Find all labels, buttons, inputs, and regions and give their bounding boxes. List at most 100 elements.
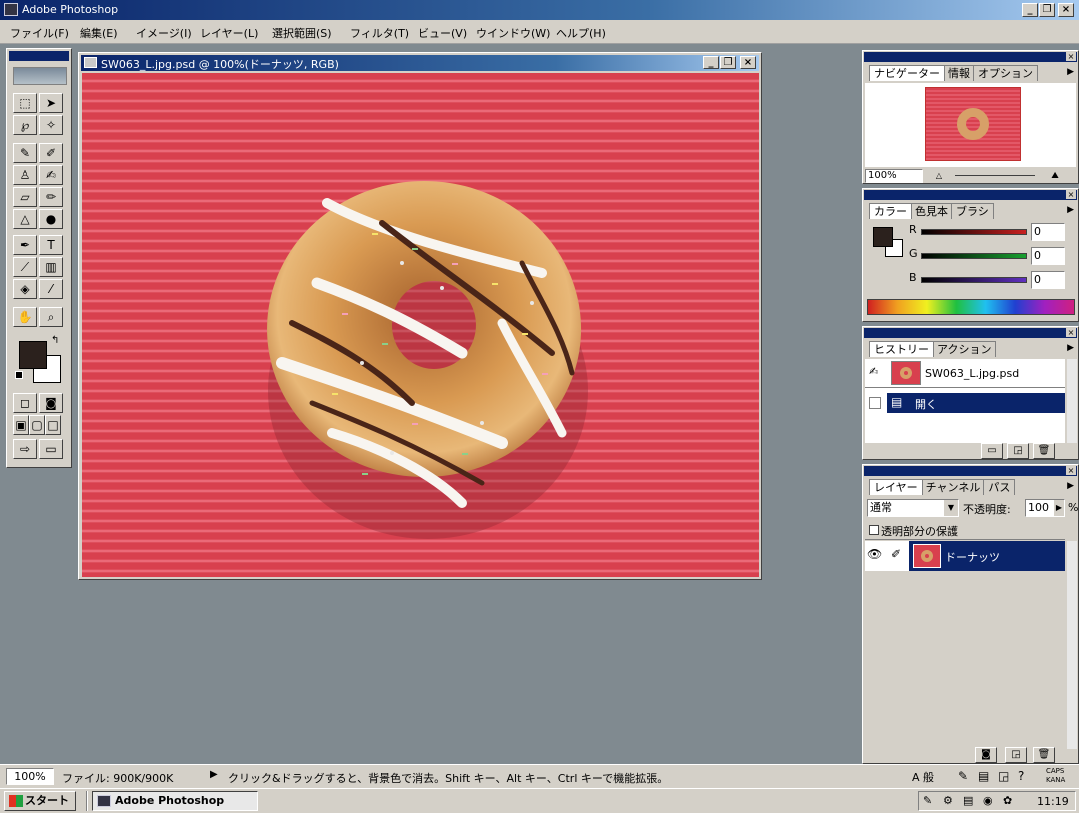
menu-filter[interactable]: フィルタ(T)	[350, 25, 409, 41]
menu-select[interactable]: 選択範囲(S)	[272, 25, 332, 41]
paintbrush-tool-icon[interactable]: ✐	[39, 143, 63, 163]
chevron-down-icon[interactable]: ▼	[944, 500, 958, 516]
history-trash-icon[interactable]: 🗑	[1033, 443, 1055, 459]
jump-to-imageready-alt-icon[interactable]: ▭	[39, 439, 63, 459]
burn-tool-icon[interactable]: ●	[39, 209, 63, 229]
color-spectrum-bar[interactable]	[867, 299, 1075, 315]
hand-tool-icon[interactable]: ✋	[13, 307, 37, 327]
photoshop-eye-logo[interactable]	[13, 67, 67, 85]
type-tool-icon[interactable]: T	[39, 235, 63, 255]
default-colors-icon[interactable]	[15, 371, 23, 379]
color-fg-swatch[interactable]	[873, 227, 893, 247]
menu-image[interactable]: イメージ(I)	[136, 25, 192, 41]
swap-colors-icon[interactable]: ↰	[51, 335, 59, 346]
red-slider[interactable]	[921, 229, 1027, 235]
navigator-thumbnail[interactable]	[925, 87, 1021, 161]
toolbox-title-bar[interactable]	[9, 51, 69, 61]
ime-dictionary-icon[interactable]: ◲	[998, 769, 1009, 783]
layer-visibility-eye-icon[interactable]: 👁	[867, 547, 882, 561]
magic-wand-tool-icon[interactable]: ✧	[39, 115, 63, 135]
airbrush-tool-icon[interactable]: ✎	[13, 143, 37, 163]
red-value-field[interactable]: 0	[1031, 223, 1065, 241]
history-brush-tool-icon[interactable]: ✍	[39, 165, 63, 185]
blend-mode-select[interactable]: 通常 ▼	[867, 499, 959, 517]
screen-mode-full-menu-icon[interactable]: ▢	[29, 415, 45, 435]
paint-bucket-tool-icon[interactable]: ◈	[13, 279, 37, 299]
tab-options[interactable]: オプション	[973, 65, 1038, 81]
doc-restore-button[interactable]: ❐	[720, 56, 736, 69]
status-zoom-field[interactable]: 100%	[6, 768, 54, 785]
panel-menu-arrow-icon[interactable]: ▶	[1067, 205, 1074, 215]
jump-to-imageready-icon[interactable]: ⇨	[13, 439, 37, 459]
zoom-tool-icon[interactable]: ⌕	[39, 307, 63, 327]
history-scrollbar[interactable]	[1067, 359, 1077, 443]
status-arrow-icon[interactable]: ▶	[210, 769, 218, 780]
ime-tool-icon[interactable]: ✎	[958, 769, 968, 783]
tab-color[interactable]: カラー	[869, 203, 912, 219]
panel-menu-arrow-icon[interactable]: ▶	[1067, 67, 1074, 77]
taskbar-photoshop-button[interactable]: Adobe Photoshop	[92, 791, 258, 811]
menu-file[interactable]: ファイル(F)	[10, 25, 69, 41]
tab-history[interactable]: ヒストリー	[869, 341, 934, 357]
layers-panel-header[interactable]: ×	[864, 466, 1077, 476]
menu-window[interactable]: ウインドウ(W)	[476, 25, 550, 41]
panel-menu-arrow-icon[interactable]: ▶	[1067, 481, 1074, 491]
panel-close-icon[interactable]: ×	[1066, 328, 1076, 337]
tray-icon-1[interactable]: ✎	[923, 794, 932, 807]
tab-actions[interactable]: アクション	[932, 341, 997, 357]
tray-icon-3[interactable]: ▤	[963, 794, 973, 807]
foreground-color-swatch[interactable]	[19, 341, 47, 369]
layers-scrollbar[interactable]	[1067, 541, 1077, 749]
ime-pad-icon[interactable]: ▤	[978, 769, 989, 783]
ime-toolbar[interactable]: A 般 ✎ ▤ ◲ ? CAPS KANA	[908, 767, 1078, 787]
tab-brushes[interactable]: ブラシ	[951, 203, 994, 219]
status-file-size[interactable]: ファイル: 900K/900K	[62, 770, 173, 786]
tab-paths[interactable]: パス	[983, 479, 1016, 495]
panel-close-icon[interactable]: ×	[1066, 190, 1076, 199]
layer-brush-icon[interactable]: ✐	[891, 547, 901, 561]
screen-mode-full-icon[interactable]: □	[45, 415, 61, 435]
navigator-panel-header[interactable]: ×	[864, 52, 1077, 62]
snapshot-thumbnail[interactable]	[891, 361, 921, 385]
ime-help-icon[interactable]: ?	[1018, 769, 1024, 783]
layer-row-donut[interactable]: ドーナッツ	[909, 541, 1065, 571]
standard-mode-icon[interactable]: ◻	[13, 393, 37, 413]
pencil-tool-icon[interactable]: ✏	[39, 187, 63, 207]
history-step-row[interactable]: ▤ 開く	[887, 393, 1065, 413]
green-value-field[interactable]: 0	[1031, 247, 1065, 265]
new-layer-icon[interactable]: ◲	[1005, 747, 1027, 763]
tray-icon-5[interactable]: ✿	[1003, 794, 1012, 807]
doc-close-button[interactable]: ×	[740, 56, 756, 69]
screen-mode-standard-icon[interactable]: ▣	[13, 415, 29, 435]
zoom-slider[interactable]	[955, 175, 1035, 176]
add-layer-mask-icon[interactable]: ◙	[975, 747, 997, 763]
app-minimize-button[interactable]: _	[1022, 3, 1038, 17]
snapshot-name[interactable]: SW063_L.jpg.psd	[925, 367, 1019, 380]
zoom-out-icon[interactable]: △	[929, 171, 949, 181]
green-slider[interactable]	[921, 253, 1027, 259]
quick-mask-mode-icon[interactable]: ◙	[39, 393, 63, 413]
tab-info[interactable]: 情報	[943, 65, 975, 81]
history-brush-source-icon[interactable]: ✍	[869, 365, 878, 378]
doc-minimize-button[interactable]: _	[703, 56, 719, 69]
lasso-tool-icon[interactable]: ℘	[13, 115, 37, 135]
blue-value-field[interactable]: 0	[1031, 271, 1065, 289]
menu-edit[interactable]: 編集(E)	[80, 25, 118, 41]
image-canvas[interactable]	[82, 73, 759, 577]
pen-tool-icon[interactable]: ✒	[13, 235, 37, 255]
move-tool-icon[interactable]: ➤	[39, 93, 63, 113]
rubber-stamp-tool-icon[interactable]: ♙	[13, 165, 37, 185]
eraser-tool-icon[interactable]: ▱	[13, 187, 37, 207]
app-restore-button[interactable]: ❐	[1039, 3, 1055, 17]
tab-channels[interactable]: チャンネル	[920, 479, 986, 495]
new-snapshot-icon[interactable]: ◲	[1007, 443, 1029, 459]
blue-slider[interactable]	[921, 277, 1027, 283]
photoshop-app-icon[interactable]	[4, 3, 18, 16]
preserve-transparency-checkbox[interactable]	[869, 525, 879, 535]
menu-layer[interactable]: レイヤー(L)	[200, 25, 258, 41]
tray-icon-2[interactable]: ⚙	[943, 794, 953, 807]
opacity-arrow-icon[interactable]: ▶	[1054, 500, 1064, 516]
zoom-in-icon[interactable]: ⛰	[1043, 171, 1067, 181]
color-panel-header[interactable]: ×	[864, 190, 1077, 200]
panel-close-icon[interactable]: ×	[1066, 52, 1076, 61]
